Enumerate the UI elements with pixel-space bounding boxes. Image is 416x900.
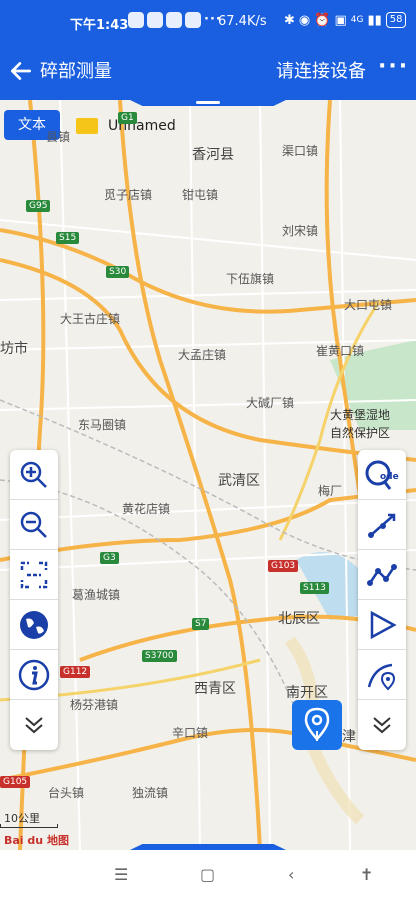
- back-arrow-icon[interactable]: [8, 58, 34, 84]
- highway-shield: S15: [56, 232, 80, 244]
- location-pin-icon: [304, 707, 330, 741]
- folder-icon: [76, 118, 98, 134]
- page-title: 碎部测量: [40, 61, 112, 82]
- place-label: 北辰区: [278, 611, 320, 627]
- polyline-icon: [367, 563, 397, 586]
- place-label: 大黄堡湿地: [330, 408, 391, 422]
- top-handle[interactable]: [130, 100, 286, 106]
- svg-text:ode: ode: [380, 472, 399, 482]
- app-icon: [166, 12, 182, 28]
- wechat-icon: [128, 12, 144, 28]
- zoom-in-button[interactable]: [10, 450, 58, 500]
- info-button[interactable]: [10, 650, 58, 700]
- place-label: 坊市: [0, 341, 28, 357]
- app-bar: 碎部测量 请连接设备 ···: [0, 44, 416, 100]
- globe-icon: [20, 610, 48, 639]
- place-label: 南开区: [286, 685, 328, 701]
- menu-icon[interactable]: ☰: [114, 865, 128, 884]
- zoom-in-icon: [20, 461, 47, 488]
- bluetooth-icon: ✱: [284, 12, 295, 28]
- place-label: 香河县: [192, 147, 234, 163]
- scale-bar: [0, 824, 58, 828]
- accessibility-icon[interactable]: ✝: [360, 865, 373, 884]
- notification-icons: ···: [128, 12, 222, 28]
- place-label: 独流镇: [132, 786, 169, 800]
- place-label: 大孟庄镇: [178, 348, 227, 362]
- expand-right-button[interactable]: [358, 700, 406, 750]
- system-icons: ✱ ◉ ⏰ ▣ 4G ▮▮ 58: [284, 12, 407, 28]
- toggle-icon: ◉: [298, 12, 311, 28]
- code-search-button[interactable]: ode: [358, 450, 406, 500]
- signal-icon: 4G: [350, 15, 364, 25]
- globe-button[interactable]: [10, 600, 58, 650]
- chevron-down-icon: [373, 717, 391, 734]
- alarm-icon: ⏰: [314, 12, 331, 28]
- info-icon: [18, 659, 50, 690]
- expand-left-button[interactable]: [10, 700, 58, 750]
- system-nav-bar: ☰ ▢ ‹ ✝: [0, 850, 416, 900]
- place-label: 西青区: [194, 681, 236, 697]
- fullscreen-icon: [20, 561, 48, 588]
- map-logo: Bai du 地图: [4, 834, 69, 847]
- right-toolbar: ode: [358, 450, 406, 750]
- place-label: 辛口镇: [172, 726, 209, 740]
- zoom-out-button[interactable]: [10, 500, 58, 550]
- place-label: 刘宋镇: [282, 224, 319, 238]
- place-label: 渠口镇: [282, 144, 319, 158]
- highway-shield: G103: [268, 560, 299, 572]
- network-speed: 67.4K/s: [218, 14, 267, 29]
- curve-pin-icon: [367, 663, 396, 690]
- place-label: 津: [342, 729, 356, 745]
- play-button[interactable]: [358, 600, 406, 650]
- highway-shield: G1: [118, 112, 137, 124]
- place-label: 武清区: [218, 473, 260, 489]
- fullscreen-button[interactable]: [10, 550, 58, 600]
- highway-shield: S7: [192, 618, 210, 630]
- line-measure-icon: [368, 513, 396, 538]
- wifi-icon: ▮▮: [367, 12, 382, 28]
- place-label: 东马圈镇: [78, 418, 127, 432]
- place-label: 葛渔城镇: [72, 588, 121, 602]
- place-label: 台头镇: [48, 786, 85, 800]
- chevron-down-icon: [25, 717, 43, 734]
- place-label: 钳屯镇: [182, 188, 219, 202]
- curve-pin-button[interactable]: [358, 650, 406, 700]
- place-label: 大口屯镇: [344, 298, 393, 312]
- place-label: 县镇: [46, 130, 71, 144]
- highway-shield: G112: [60, 666, 91, 678]
- home-icon[interactable]: ▢: [200, 865, 215, 884]
- place-label: 杨芬港镇: [70, 698, 119, 712]
- connect-device-button[interactable]: 请连接设备: [276, 57, 366, 83]
- app-icon: [185, 12, 201, 28]
- place-label: 黄花店镇: [122, 502, 171, 516]
- highway-shield: S113: [300, 582, 329, 594]
- place-label: 自然保护区: [330, 426, 391, 440]
- place-label: 崔黄口镇: [316, 344, 365, 358]
- highway-shield: S30: [106, 266, 130, 278]
- battery-icon: 58: [385, 12, 407, 28]
- back-icon[interactable]: ‹: [288, 865, 294, 884]
- highway-shield: G95: [26, 200, 51, 212]
- play-icon: [370, 610, 397, 639]
- status-bar: 下午1:43 ··· 67.4K/s ✱ ◉ ⏰ ▣ 4G ▮▮ 58: [0, 0, 416, 44]
- line-tool-button[interactable]: [358, 500, 406, 550]
- place-label: 大王古庄镇: [60, 312, 121, 326]
- place-label: 大碱厂镇: [246, 396, 295, 410]
- highway-shield: G105: [0, 776, 31, 788]
- place-label: 觅子店镇: [104, 188, 153, 202]
- left-toolbar: [10, 450, 58, 750]
- code-search-icon: ode: [365, 460, 399, 490]
- highway-shield: G3: [100, 552, 119, 564]
- collect-point-button[interactable]: [292, 700, 342, 750]
- zoom-out-icon: [20, 511, 47, 538]
- place-label: 梅厂: [318, 484, 343, 498]
- highway-shield: S3700: [142, 650, 177, 662]
- map-view[interactable]: 文本 Unnamed 香河县 渠口镇 觅子店镇 钳屯镇 刘宋镇 下伍旗镇 大口屯…: [0, 100, 416, 850]
- qq-icon: [147, 12, 163, 28]
- polyline-tool-button[interactable]: [358, 550, 406, 600]
- place-label: 下伍旗镇: [226, 272, 275, 286]
- hd-icon: ▣: [334, 12, 347, 28]
- more-menu-icon[interactable]: ···: [378, 54, 409, 79]
- status-time: 下午1:43: [70, 18, 129, 33]
